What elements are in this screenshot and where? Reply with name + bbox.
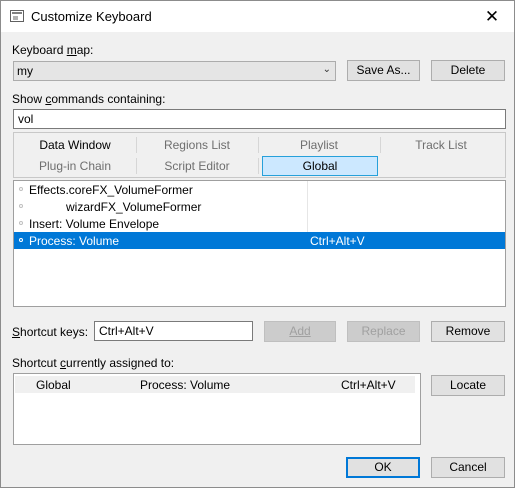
locate-button[interactable]: Locate bbox=[431, 375, 505, 396]
bullet-icon bbox=[19, 238, 23, 242]
tab-global[interactable]: Global bbox=[262, 156, 378, 176]
list-item[interactable]: wizardFX_VolumeFormer bbox=[14, 198, 505, 215]
shortcut-keys-label: Shortcut keys: bbox=[12, 325, 89, 339]
tab-script-editor[interactable]: Script Editor bbox=[138, 156, 256, 176]
tab-playlist[interactable]: Playlist bbox=[260, 135, 378, 155]
tab-regions-list[interactable]: Regions List bbox=[138, 135, 256, 155]
tab-plug-in-chain[interactable]: Plug-in Chain bbox=[16, 156, 134, 176]
customize-keyboard-dialog: Customize Keyboard ✕ Keyboard map: my ⌄ … bbox=[0, 0, 515, 488]
list-item[interactable]: Effects.coreFX_VolumeFormer bbox=[14, 181, 505, 198]
currently-assigned-label: Shortcut currently assigned to: bbox=[12, 356, 175, 370]
command-name: Effects.coreFX_VolumeFormer bbox=[29, 183, 193, 197]
context-tabs: Data Window Regions List Playlist Track … bbox=[13, 132, 506, 178]
ok-button[interactable]: OK bbox=[346, 457, 420, 478]
tab-divider bbox=[258, 137, 259, 153]
commands-list[interactable]: Effects.coreFX_VolumeFormer wizardFX_Vol… bbox=[13, 180, 506, 307]
chevron-down-icon: ⌄ bbox=[322, 64, 331, 75]
shortcut-keys-input[interactable]: Ctrl+Alt+V bbox=[94, 321, 253, 341]
command-name: wizardFX_VolumeFormer bbox=[66, 200, 202, 214]
title-bar[interactable]: Customize Keyboard ✕ bbox=[1, 1, 514, 32]
assigned-context: Global bbox=[36, 378, 71, 392]
keyboard-map-value: my bbox=[17, 64, 33, 78]
command-name: Insert: Volume Envelope bbox=[29, 217, 160, 231]
keyboard-map-select[interactable]: my ⌄ bbox=[13, 61, 336, 81]
bullet-icon bbox=[19, 187, 23, 191]
command-filter-input[interactable]: vol bbox=[13, 109, 506, 129]
bullet-icon bbox=[19, 204, 23, 208]
tab-divider bbox=[136, 137, 137, 153]
bullet-icon bbox=[19, 221, 23, 225]
tab-divider bbox=[136, 158, 137, 174]
tab-data-window[interactable]: Data Window bbox=[16, 135, 134, 155]
tab-track-list[interactable]: Track List bbox=[382, 135, 500, 155]
command-filter-value: vol bbox=[18, 112, 34, 126]
cancel-button[interactable]: Cancel bbox=[431, 457, 505, 478]
list-item[interactable]: Insert: Volume Envelope bbox=[14, 215, 505, 232]
delete-button[interactable]: Delete bbox=[431, 60, 505, 81]
save-as-button[interactable]: Save As... bbox=[347, 60, 420, 81]
tab-divider bbox=[258, 158, 259, 174]
shortcut-keys-value: Ctrl+Alt+V bbox=[99, 324, 154, 338]
window-title: Customize Keyboard bbox=[31, 9, 152, 24]
show-commands-label: Show commands containing: bbox=[12, 92, 166, 106]
assigned-command: Process: Volume bbox=[140, 378, 231, 392]
list-item-selected[interactable]: Process: Volume Ctrl+Alt+V bbox=[14, 232, 505, 249]
assigned-shortcuts-list[interactable]: Global Process: Volume Ctrl+Alt+V bbox=[13, 373, 421, 445]
table-row[interactable]: Global Process: Volume Ctrl+Alt+V bbox=[15, 376, 415, 393]
close-icon[interactable]: ✕ bbox=[470, 1, 514, 32]
tab-divider bbox=[380, 137, 381, 153]
assigned-keys: Ctrl+Alt+V bbox=[341, 378, 396, 392]
command-shortcut: Ctrl+Alt+V bbox=[310, 234, 365, 248]
remove-button[interactable]: Remove bbox=[431, 321, 505, 342]
command-name: Process: Volume bbox=[29, 234, 120, 248]
keyboard-map-label: Keyboard map: bbox=[12, 43, 94, 57]
add-button[interactable]: Add bbox=[264, 321, 336, 342]
window-icon bbox=[10, 10, 24, 22]
replace-button[interactable]: Replace bbox=[347, 321, 420, 342]
